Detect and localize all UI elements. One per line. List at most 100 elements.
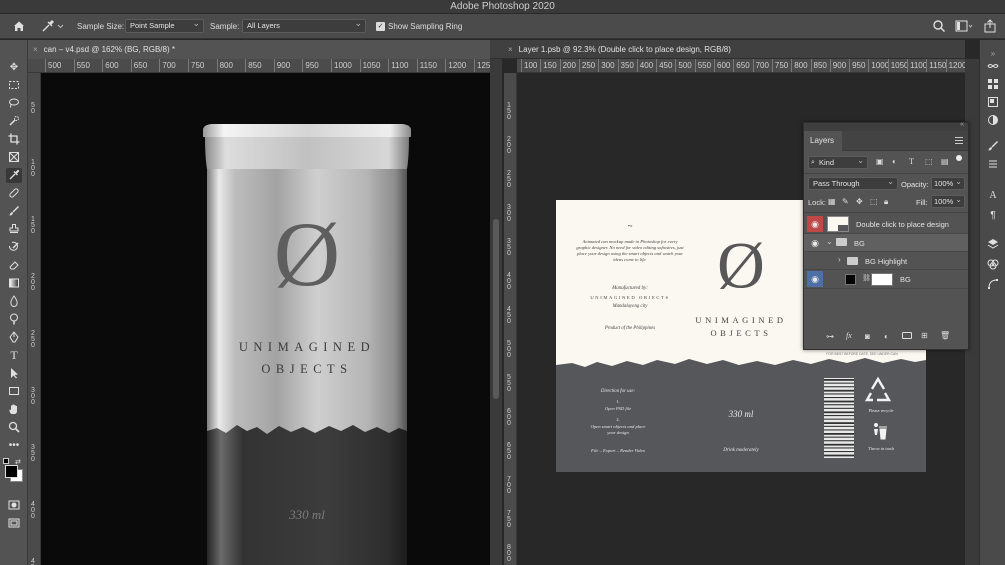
crop-tool-icon[interactable] <box>6 132 22 147</box>
collapse-panel-icon[interactable]: « <box>960 121 964 128</box>
link-icon: ⛓︎ <box>862 275 871 282</box>
barcode-bar <box>824 429 854 431</box>
paragraph-icon[interactable]: ¶ <box>987 210 999 222</box>
ruler-tick-label: 1100 <box>910 61 928 70</box>
opacity-value: 100% <box>934 179 954 188</box>
workspace-icon[interactable] <box>955 19 973 33</box>
filter-kind-select[interactable]: ⌕ Kind ⌄ <box>808 156 868 169</box>
zoom-tool-icon[interactable] <box>6 420 22 435</box>
close-icon[interactable]: × <box>508 45 513 54</box>
gradient-tool-icon[interactable] <box>6 276 22 291</box>
lasso-tool-icon[interactable] <box>6 96 22 111</box>
shape-filter-icon[interactable]: ⬚ <box>925 157 933 166</box>
chevron-down-icon[interactable]: ⌄ <box>826 237 833 246</box>
new-group-icon[interactable] <box>902 332 912 339</box>
tab-layers[interactable]: Layers <box>804 131 842 151</box>
clone-stamp-tool-icon[interactable] <box>6 222 22 237</box>
label-trash: Throw in trash <box>868 446 895 451</box>
healing-brush-tool-icon[interactable] <box>6 186 22 201</box>
swatches-icon[interactable] <box>987 78 999 90</box>
history-brush-tool-icon[interactable] <box>6 240 22 255</box>
label-brand-line1: UNIMAGINED <box>695 315 786 325</box>
pixel-filter-icon[interactable]: ▣ <box>876 157 884 166</box>
paths-icon[interactable] <box>987 278 999 290</box>
brush-tool-icon[interactable] <box>6 204 22 219</box>
screen-mode-icon[interactable] <box>6 516 22 531</box>
type-filter-icon[interactable]: T <box>909 157 914 166</box>
default-colors-icon[interactable] <box>3 458 9 464</box>
lock-image-icon[interactable]: ✎ <box>842 197 849 206</box>
home-icon[interactable] <box>12 19 26 33</box>
more-tools-icon[interactable]: ••• <box>6 438 22 453</box>
eyedropper-preset-icon[interactable] <box>40 19 64 33</box>
properties-icon[interactable] <box>987 96 999 108</box>
fx-icon[interactable]: fx <box>846 331 852 340</box>
new-layer-icon[interactable]: ⊞ <box>921 331 928 340</box>
chevron-right-icon[interactable]: › <box>838 255 841 264</box>
sampling-ring-checkbox[interactable]: ✓ <box>376 22 385 31</box>
eyedropper-tool-icon[interactable] <box>6 168 22 183</box>
close-icon[interactable]: × <box>33 45 38 54</box>
ruler-tick-label: 550 <box>697 61 712 70</box>
share-icon[interactable] <box>983 19 997 33</box>
brush-settings-icon[interactable] <box>987 140 999 152</box>
rectangle-tool-icon[interactable] <box>6 384 22 399</box>
layer-row-bg-group[interactable]: ◉ ⌄ BG <box>804 234 968 252</box>
ruler-tick-label: 1000 <box>871 61 890 70</box>
delete-layer-icon[interactable]: 🗑︎ <box>940 331 950 340</box>
brushes-icon[interactable] <box>987 158 999 170</box>
color-swatches[interactable]: ⇄ <box>3 458 25 484</box>
path-selection-tool-icon[interactable] <box>6 366 22 381</box>
visibility-eye-icon[interactable]: ◉ <box>807 235 823 251</box>
canvas-can-mockup[interactable]: Ø UNIMAGINED OBJECTS 330 ml <box>41 73 490 565</box>
add-mask-icon[interactable]: ◙ <box>865 332 870 341</box>
ruler-tick-label: 350 <box>507 238 511 257</box>
adjustment-layer-icon[interactable]: ◐ <box>884 332 889 341</box>
dodge-tool-icon[interactable] <box>6 312 22 327</box>
lock-position-icon[interactable]: ✥ <box>856 197 863 206</box>
collapse-dock-icon[interactable]: » <box>987 48 999 60</box>
layers-icon[interactable] <box>987 238 999 250</box>
scrollbar-left-doc[interactable] <box>490 59 502 565</box>
channels-icon[interactable] <box>987 258 999 270</box>
hand-tool-icon[interactable] <box>6 402 22 417</box>
blur-tool-icon[interactable] <box>6 294 22 309</box>
opacity-field[interactable]: 100% ⌄ <box>931 177 965 190</box>
pen-tool-icon[interactable] <box>6 330 22 345</box>
quick-mask-icon[interactable] <box>6 498 22 513</box>
adjustments-icon[interactable] <box>987 114 999 126</box>
link-layers-icon[interactable]: ⊶ <box>826 332 834 341</box>
frame-tool-icon[interactable] <box>6 150 22 165</box>
layer-row-bg-highlight[interactable]: › BG Highlight <box>804 252 968 270</box>
visibility-eye-icon[interactable]: ◉ <box>807 271 823 287</box>
visibility-eye-icon[interactable]: ◉ <box>807 216 823 232</box>
layer-row-bg[interactable]: ◉ ⛓︎ BG <box>804 270 968 289</box>
blend-mode-select[interactable]: Pass Through ⌄ <box>808 177 898 190</box>
sample-select[interactable]: All Layers <box>242 17 366 33</box>
barcode-bar <box>824 400 854 403</box>
filter-toggle-icon[interactable] <box>956 155 962 161</box>
ruler-tick-label: 1200 <box>448 61 467 70</box>
sample-size-select[interactable]: Point Sample <box>125 17 204 33</box>
panel-menu-icon[interactable] <box>955 137 963 144</box>
smart-object-filter-icon[interactable]: ▤ <box>941 157 949 166</box>
ruler-tick-label: 950 <box>852 61 866 70</box>
lock-artboard-icon[interactable]: ⬚ <box>870 197 878 206</box>
folder-icon <box>847 257 858 265</box>
character-icon[interactable]: A <box>987 190 999 202</box>
libraries-icon[interactable] <box>987 60 999 72</box>
foreground-color-swatch[interactable] <box>5 465 18 478</box>
lock-all-icon[interactable]: 🔒︎ <box>884 197 888 207</box>
tab-can-v4[interactable]: × can – v4.psd @ 162% (BG, RGB/8) * <box>28 40 490 59</box>
tab-layer1-psb[interactable]: × Layer 1.psb @ 92.3% (Double click to pl… <box>503 40 965 59</box>
marquee-tool-icon[interactable] <box>6 78 22 93</box>
layer-row-smart-object[interactable]: ◉ Double click to place design <box>804 214 968 234</box>
search-icon[interactable] <box>932 19 946 33</box>
move-tool-icon[interactable]: ✥ <box>6 60 22 75</box>
fill-field[interactable]: 100% ⌄ <box>931 195 965 208</box>
quick-selection-tool-icon[interactable] <box>6 114 22 129</box>
type-tool-icon[interactable]: T <box>6 348 22 363</box>
eraser-tool-icon[interactable] <box>6 258 22 273</box>
adjustment-filter-icon[interactable]: ◐ <box>892 157 897 166</box>
lock-transparent-icon[interactable]: ▦ <box>828 197 836 206</box>
